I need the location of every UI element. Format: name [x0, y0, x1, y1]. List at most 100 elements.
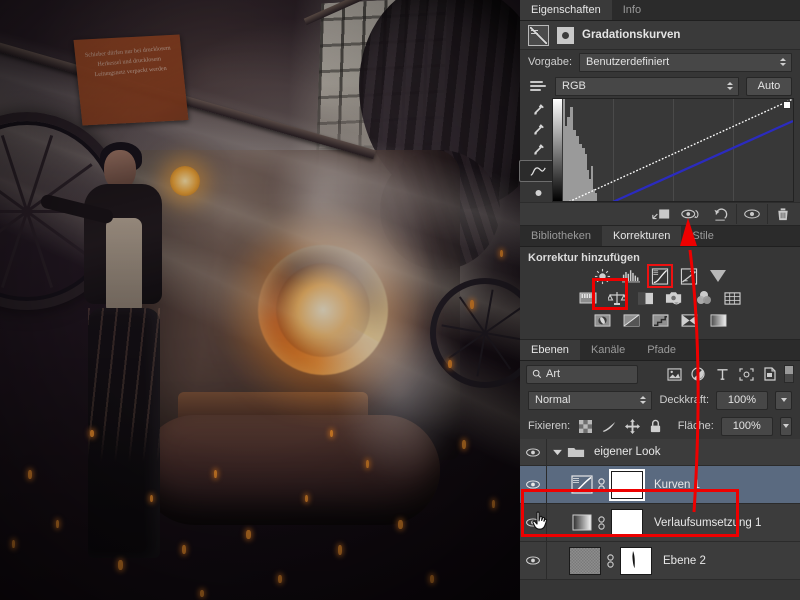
preset-row: Vorgabe: Benutzerdefiniert [520, 50, 800, 74]
preset-label: Vorgabe: [528, 56, 573, 68]
layer-mask-thumbnail[interactable] [620, 546, 652, 575]
properties-header: Gradationskurven [520, 21, 800, 50]
blend-mode-value: Normal [535, 394, 571, 406]
tab-eigenschaften[interactable]: Eigenschaften [520, 0, 612, 20]
exposure-icon[interactable] [679, 267, 699, 285]
layer-visibility-toggle[interactable] [520, 439, 547, 465]
clip-to-layer-icon[interactable] [646, 204, 676, 224]
eyedropper-gray-point-icon[interactable] [526, 120, 550, 139]
layer-row-ebene-2[interactable]: Ebene 2 [520, 542, 800, 580]
curves-graph[interactable] [552, 98, 794, 202]
tab-info[interactable]: Info [611, 0, 653, 20]
tab-pfade[interactable]: Pfade [636, 340, 687, 360]
filter-adjustment-layers-icon[interactable] [686, 364, 710, 384]
noise-texture-thumb[interactable] [569, 546, 601, 575]
preset-select[interactable]: Benutzerdefiniert [579, 52, 792, 72]
group-header[interactable]: eigener Look [547, 446, 661, 459]
tab-bibliotheken[interactable]: Bibliotheken [520, 226, 602, 246]
channel-select[interactable]: RGB [555, 76, 739, 96]
adjustment-icon-grid [520, 264, 800, 339]
properties-toolbar [520, 202, 800, 225]
invert-icon[interactable] [592, 311, 612, 329]
blend-opacity-row: Normal Deckkraft: 100% [520, 387, 800, 413]
lock-position-icon[interactable] [624, 416, 640, 436]
tab-stile[interactable]: Stile [681, 226, 725, 246]
curves-icon [528, 24, 549, 46]
pencil-draw-curve-icon[interactable] [526, 183, 550, 202]
eyedropper-black-point-icon[interactable] [526, 100, 550, 119]
fill-label: Fläche: [677, 420, 714, 432]
layers-panel: Ebenen Kanäle Pfade Art Normal Deckkraft… [520, 339, 800, 580]
color-lookup-icon[interactable] [723, 289, 743, 307]
lock-fill-row: Fixieren: Fläche: 100% [520, 413, 800, 439]
channel-hand-icon[interactable] [528, 78, 548, 94]
annotation-box-kurven-layer [521, 489, 739, 537]
corrections-tabbar: Bibliotheken Korrekturen Stile [520, 226, 800, 247]
threshold-icon[interactable] [650, 311, 670, 329]
delete-adjustment-layer-icon[interactable] [767, 204, 798, 224]
blend-mode-select[interactable]: Normal [528, 390, 653, 410]
opacity-input[interactable]: 100% [716, 390, 768, 410]
filter-smart-object-icon[interactable] [758, 364, 782, 384]
adjustment-row-1 [528, 264, 792, 288]
vignette-overlay [0, 0, 520, 600]
add-adjustment-heading: Korrektur hinzufügen [528, 252, 640, 264]
vibrance-icon[interactable] [708, 267, 728, 285]
curve-tool-column [519, 98, 557, 202]
eyedropper-white-point-icon[interactable] [526, 140, 550, 159]
lock-transparent-pixels-icon[interactable] [577, 416, 593, 436]
chevron-updown-icon [640, 396, 647, 404]
filter-type-layers-icon[interactable] [710, 364, 734, 384]
lock-image-pixels-icon[interactable] [601, 416, 617, 436]
tab-kanaele[interactable]: Kanäle [579, 340, 637, 360]
toggle-preview-previous-state-icon[interactable] [676, 204, 706, 224]
chevron-updown-icon [727, 82, 733, 90]
curves-icon[interactable] [647, 264, 673, 288]
tab-ebenen[interactable]: Ebenen [520, 340, 580, 360]
fill-stepper[interactable] [779, 416, 792, 436]
layer-filter-bar: Art [520, 361, 800, 387]
filter-pixel-layers-icon[interactable] [662, 364, 686, 384]
filter-enable-toggle[interactable] [784, 365, 794, 383]
opacity-stepper[interactable] [775, 390, 792, 410]
lock-all-icon[interactable] [647, 416, 663, 436]
toggle-layer-visibility-icon[interactable] [736, 204, 767, 224]
channel-mixer-icon[interactable] [694, 289, 714, 307]
layer-visibility-toggle[interactable] [520, 542, 547, 579]
layer-row-group[interactable]: eigener Look [520, 439, 800, 466]
lock-label: Fixieren: [528, 420, 571, 432]
hand-pointer-cursor [532, 511, 548, 530]
filter-shape-layers-icon[interactable] [734, 364, 758, 384]
black-white-icon[interactable] [636, 289, 656, 307]
folder-icon [567, 447, 585, 457]
layer-filter-select[interactable]: Art [526, 364, 638, 384]
search-icon [532, 369, 542, 379]
selective-color-icon[interactable] [679, 311, 699, 329]
layer-name: eigener Look [594, 446, 661, 458]
page-title: Gradationskurven [582, 29, 681, 41]
adjustment-row-2 [528, 289, 792, 307]
fill-input[interactable]: 100% [720, 416, 773, 436]
opacity-label: Deckkraft: [659, 394, 709, 406]
chevron-updown-icon [780, 58, 786, 66]
reset-adjustment-icon[interactable] [706, 204, 736, 224]
corrections-panel: Bibliotheken Korrekturen Stile Korrektur… [520, 225, 800, 339]
photo-filter-icon[interactable] [665, 289, 685, 307]
tab-korrekturen[interactable]: Korrekturen [601, 226, 682, 246]
posterize-icon[interactable] [621, 311, 641, 329]
layer-name: Ebene 2 [663, 554, 706, 567]
layer-mask-dot-icon[interactable] [557, 26, 574, 44]
gradient-map-icon[interactable] [708, 311, 728, 329]
curve-lines[interactable] [553, 99, 793, 202]
curve-control-point[interactable] [783, 101, 791, 109]
properties-tabbar: Eigenschaften Info [520, 0, 800, 21]
image-canvas[interactable]: Schieber dürfen nur bei drucklosem Herke… [0, 0, 520, 600]
channel-row: RGB Auto [520, 74, 800, 98]
adjustment-row-3 [528, 311, 792, 329]
channel-value: RGB [562, 80, 586, 92]
auto-button[interactable]: Auto [746, 76, 792, 96]
layers-tabbar: Ebenen Kanäle Pfade [520, 340, 800, 361]
annotation-box-curves-adjustment-icon [592, 278, 628, 310]
link-mask-icon[interactable] [604, 553, 617, 568]
chevron-down-icon [553, 449, 562, 455]
